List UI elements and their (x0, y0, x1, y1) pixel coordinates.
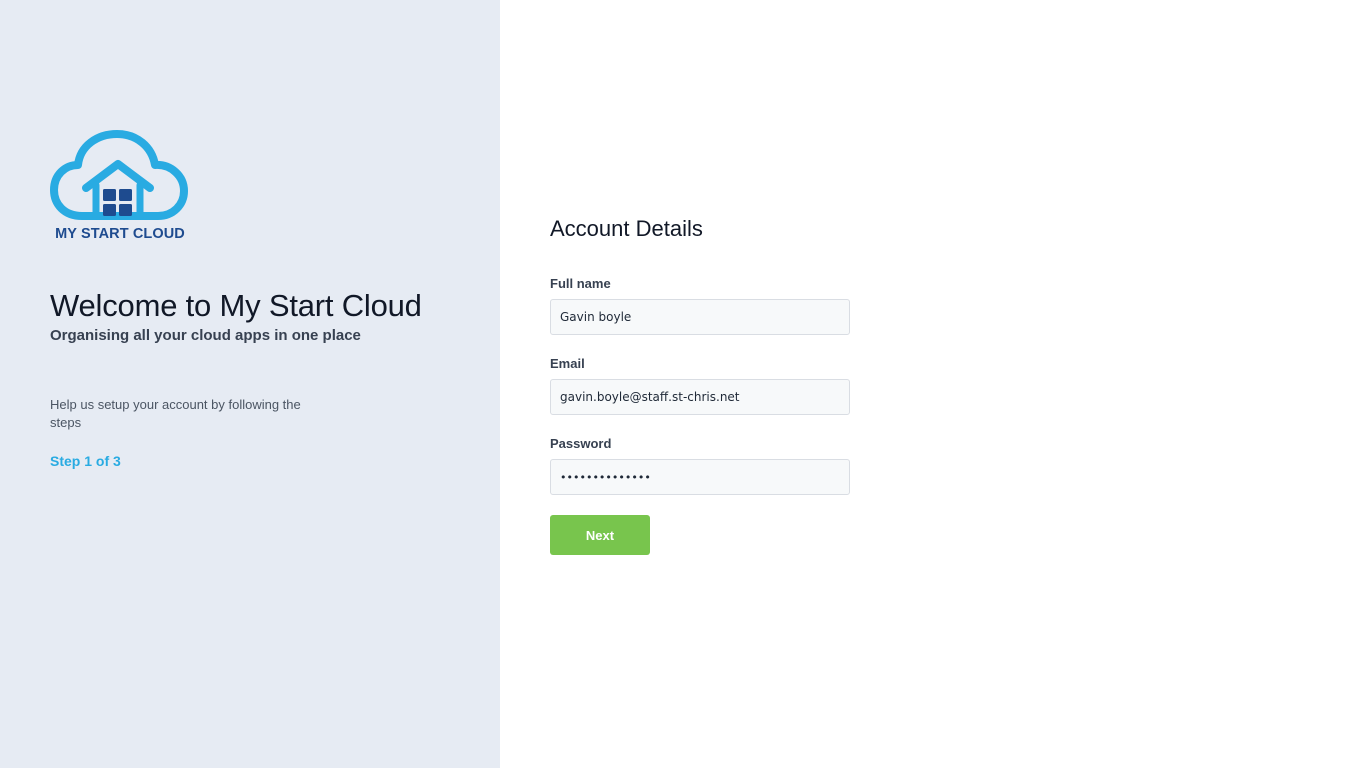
welcome-panel: MY START CLOUD Welcome to My Start Cloud… (0, 0, 500, 768)
full-name-input[interactable] (550, 299, 850, 335)
brand-logo: MY START CLOUD (50, 130, 190, 245)
logo-text: MY START CLOUD (55, 226, 185, 242)
cloud-house-icon (50, 130, 188, 220)
welcome-title: Welcome to My Start Cloud (50, 288, 422, 323)
full-name-label: Full name (550, 276, 611, 291)
help-text: Help us setup your account by following … (50, 397, 301, 430)
account-form-panel: Account Details Full name Email Password… (500, 0, 1366, 768)
welcome-subtitle: Organising all your cloud apps in one pl… (50, 327, 361, 344)
email-label: Email (550, 356, 585, 371)
password-input[interactable] (550, 459, 850, 495)
next-button[interactable]: Next (550, 515, 650, 555)
step-indicator: Step 1 of 3 (50, 453, 121, 469)
form-title: Account Details (550, 216, 703, 241)
email-input[interactable] (550, 379, 850, 415)
password-label: Password (550, 436, 612, 451)
setup-page: MY START CLOUD Welcome to My Start Cloud… (0, 0, 1366, 768)
